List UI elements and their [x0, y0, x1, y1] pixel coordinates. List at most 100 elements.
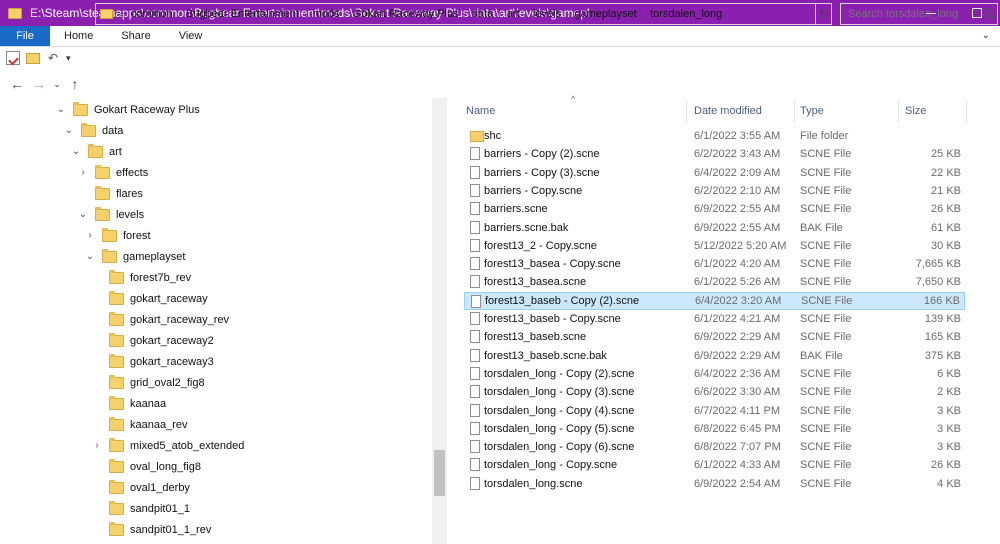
breadcrumb-data[interactable]: data — [472, 8, 493, 20]
tree-item-levels[interactable]: ⌄ levels — [76, 204, 144, 225]
file-row[interactable]: barriers.scne.bak 6/9/2022 2:55 AM BAK Fil… — [464, 219, 965, 237]
file-row[interactable]: torsdalen_long - Copy (6).scne 6/8/2022 7… — [464, 438, 965, 456]
file-row[interactable]: forest13_basea - Copy.scne 6/1/2022 4:20 … — [464, 255, 965, 273]
breadcrumb-mods[interactable]: mods — [313, 8, 340, 20]
file-row[interactable]: forest13_baseb - Copy.scne 6/1/2022 4:21 … — [464, 310, 965, 328]
chevron-down-icon[interactable]: ⌄ — [83, 251, 97, 262]
breadcrumb-separator-icon[interactable]: › — [178, 9, 181, 20]
chevron-down-icon[interactable]: ⌄ — [54, 104, 68, 115]
tree-item-mixed5-atob-extended[interactable]: › mixed5_atob_extended — [90, 435, 244, 456]
file-row[interactable]: forest13_baseb.scne 6/9/2022 2:29 AM SCNE … — [464, 328, 965, 346]
chevron-right-icon[interactable]: › — [76, 167, 90, 178]
file-row[interactable]: torsdalen_long.scne 6/9/2022 2:54 AM SCNE … — [464, 475, 965, 493]
breadcrumb-torsdalen-long[interactable]: torsdalen_long — [650, 8, 722, 20]
file-row[interactable]: barriers.scne 6/9/2022 2:55 AM SCNE File 26… — [464, 200, 965, 218]
tree-item-label: oval_long_fig8 — [130, 460, 201, 473]
navigation-pane-scrollbar[interactable] — [432, 98, 447, 544]
tree-item-flares[interactable]: flares — [76, 183, 143, 204]
tree-item-data[interactable]: ⌄ data — [62, 120, 123, 141]
tree-item-sandpit01-1[interactable]: sandpit01_1 — [90, 498, 190, 519]
tree-item-forest[interactable]: › forest — [83, 225, 151, 246]
tree-item-oval-long-fig8[interactable]: oval_long_fig8 — [90, 456, 201, 477]
search-box[interactable] — [840, 3, 998, 25]
file-row[interactable]: torsdalen_long - Copy (5).scne 6/8/2022 6… — [464, 420, 965, 438]
breadcrumb-separator-icon[interactable]: › — [464, 9, 467, 20]
breadcrumb-separator-icon[interactable]: › — [566, 9, 569, 20]
chevron-right-icon[interactable]: › — [90, 440, 104, 451]
column-divider[interactable] — [898, 100, 899, 122]
tab-share[interactable]: Share — [107, 26, 164, 46]
file-type: SCNE File — [800, 477, 852, 490]
file-row[interactable]: barriers - Copy (3).scne 6/4/2022 2:09 AM… — [464, 164, 965, 182]
chevron-right-icon[interactable]: › — [83, 230, 97, 241]
chevron-down-icon[interactable]: ⌄ — [76, 209, 90, 220]
breadcrumb-levels[interactable]: levels — [533, 8, 561, 20]
search-icon[interactable] — [982, 8, 991, 17]
tab-file[interactable]: File — [0, 26, 50, 46]
tree-item-oval1-derby[interactable]: oval1_derby — [90, 477, 190, 498]
file-row[interactable]: forest13_baseb.scne.bak 6/9/2022 2:29 AM B… — [464, 347, 965, 365]
breadcrumb-art[interactable]: art — [507, 8, 520, 20]
tree-item-gokart-raceway2[interactable]: gokart_raceway2 — [90, 330, 214, 351]
undo-icon[interactable]: ↶ — [46, 51, 60, 65]
forward-arrow-icon[interactable]: → — [28, 76, 50, 92]
back-arrow-icon[interactable]: ← — [6, 76, 28, 92]
file-row[interactable]: forest13_2 - Copy.scne 5/12/2022 5:20 AM S… — [464, 237, 965, 255]
file-row[interactable]: torsdalen_long - Copy (3).scne 6/6/2022 3… — [464, 383, 965, 401]
tree-item-gokart-raceway3[interactable]: gokart_raceway3 — [90, 351, 214, 372]
tree-item-kaanaa[interactable]: kaanaa — [90, 393, 166, 414]
tree-item-gokart-raceway[interactable]: gokart_raceway — [90, 288, 208, 309]
tree-item-art[interactable]: ⌄ art — [69, 141, 122, 162]
address-overflow-icon[interactable]: « — [119, 9, 125, 20]
tree-item-gameplayset[interactable]: ⌄ gameplayset — [83, 246, 185, 267]
column-divider[interactable] — [794, 100, 795, 122]
new-folder-icon[interactable] — [26, 52, 40, 64]
address-dropdown-chevron-icon[interactable]: ⌄ — [801, 3, 815, 25]
customize-toolbar-dropdown-icon[interactable]: ▾ — [66, 51, 80, 65]
tree-item-gokart-raceway-rev[interactable]: gokart_raceway_rev — [90, 309, 229, 330]
column-header-type[interactable]: Type — [800, 98, 900, 124]
file-row[interactable]: forest13_baseb - Copy (2).scne 6/4/2022 3… — [464, 291, 965, 310]
column-header-name[interactable]: Name — [466, 98, 686, 124]
tab-view[interactable]: View — [165, 26, 217, 46]
file-row[interactable]: torsdalen_long - Copy (4).scne 6/7/2022 4… — [464, 402, 965, 420]
breadcrumb-separator-icon[interactable]: › — [498, 9, 501, 20]
search-input[interactable] — [848, 8, 968, 20]
file-row[interactable]: barriers - Copy.scne 6/2/2022 2:10 AM SCNE… — [464, 182, 965, 200]
breadcrumb-separator-icon[interactable]: › — [642, 9, 645, 20]
file-row[interactable]: forest13_basea.scne 6/1/2022 5:26 AM SCNE … — [464, 273, 965, 291]
tree-item-kaanaa-rev[interactable]: kaanaa_rev — [90, 414, 188, 435]
chevron-down-icon[interactable]: ⌄ — [69, 146, 83, 157]
breadcrumb-separator-icon[interactable]: › — [525, 9, 528, 20]
file-row[interactable]: torsdalen_long - Copy.scne 6/1/2022 4:33 … — [464, 456, 965, 474]
ribbon-expand-chevron-icon[interactable]: ⌄ — [982, 30, 990, 41]
column-header-date-modified[interactable]: Date modified — [694, 98, 794, 124]
tree-item-sandpit01-1-rev[interactable]: sandpit01_1_rev — [90, 519, 211, 540]
column-divider[interactable] — [966, 100, 967, 122]
column-header-size[interactable]: Size — [905, 98, 965, 124]
tree-item-grid-oval2-fig8[interactable]: grid_oval2_fig8 — [90, 372, 205, 393]
tab-home[interactable]: Home — [50, 26, 107, 46]
breadcrumb-separator-icon[interactable]: › — [344, 9, 347, 20]
tree-item-effects[interactable]: › effects — [76, 162, 148, 183]
breadcrumb-common[interactable]: common — [131, 8, 173, 20]
tree-item-gokart-raceway-plus[interactable]: ⌄ Gokart Raceway Plus — [54, 99, 200, 120]
recent-locations-chevron-icon[interactable]: ⌄ — [50, 79, 64, 90]
chevron-down-icon[interactable]: ⌄ — [62, 125, 76, 136]
address-bar[interactable]: « common › Bugbear Entertainment › mods › G… — [95, 3, 832, 25]
scrollbar-thumb[interactable] — [434, 450, 445, 496]
refresh-icon[interactable]: ↻ — [815, 3, 832, 25]
file-row[interactable]: shc 6/1/2022 3:55 AM File folder — [464, 127, 965, 145]
up-arrow-icon[interactable]: ↑ — [64, 76, 86, 92]
tree-item-label: gokart_raceway2 — [130, 334, 214, 347]
properties-icon[interactable] — [6, 51, 20, 65]
tree-item-forest7b-rev[interactable]: forest7b_rev — [90, 267, 191, 288]
breadcrumb-bugbear-entertainment[interactable]: Bugbear Entertainment — [186, 8, 299, 20]
file-row[interactable]: torsdalen_long - Copy (2).scne 6/4/2022 2… — [464, 365, 965, 383]
folder-icon — [109, 437, 124, 452]
column-divider[interactable] — [686, 100, 687, 122]
breadcrumb-separator-icon[interactable]: › — [304, 9, 307, 20]
breadcrumb-gameplayset[interactable]: gameplayset — [574, 8, 636, 20]
file-row[interactable]: barriers - Copy (2).scne 6/2/2022 3:43 AM… — [464, 145, 965, 163]
breadcrumb-gokart-raceway-plus[interactable]: Gokart Raceway Plus — [353, 8, 459, 20]
